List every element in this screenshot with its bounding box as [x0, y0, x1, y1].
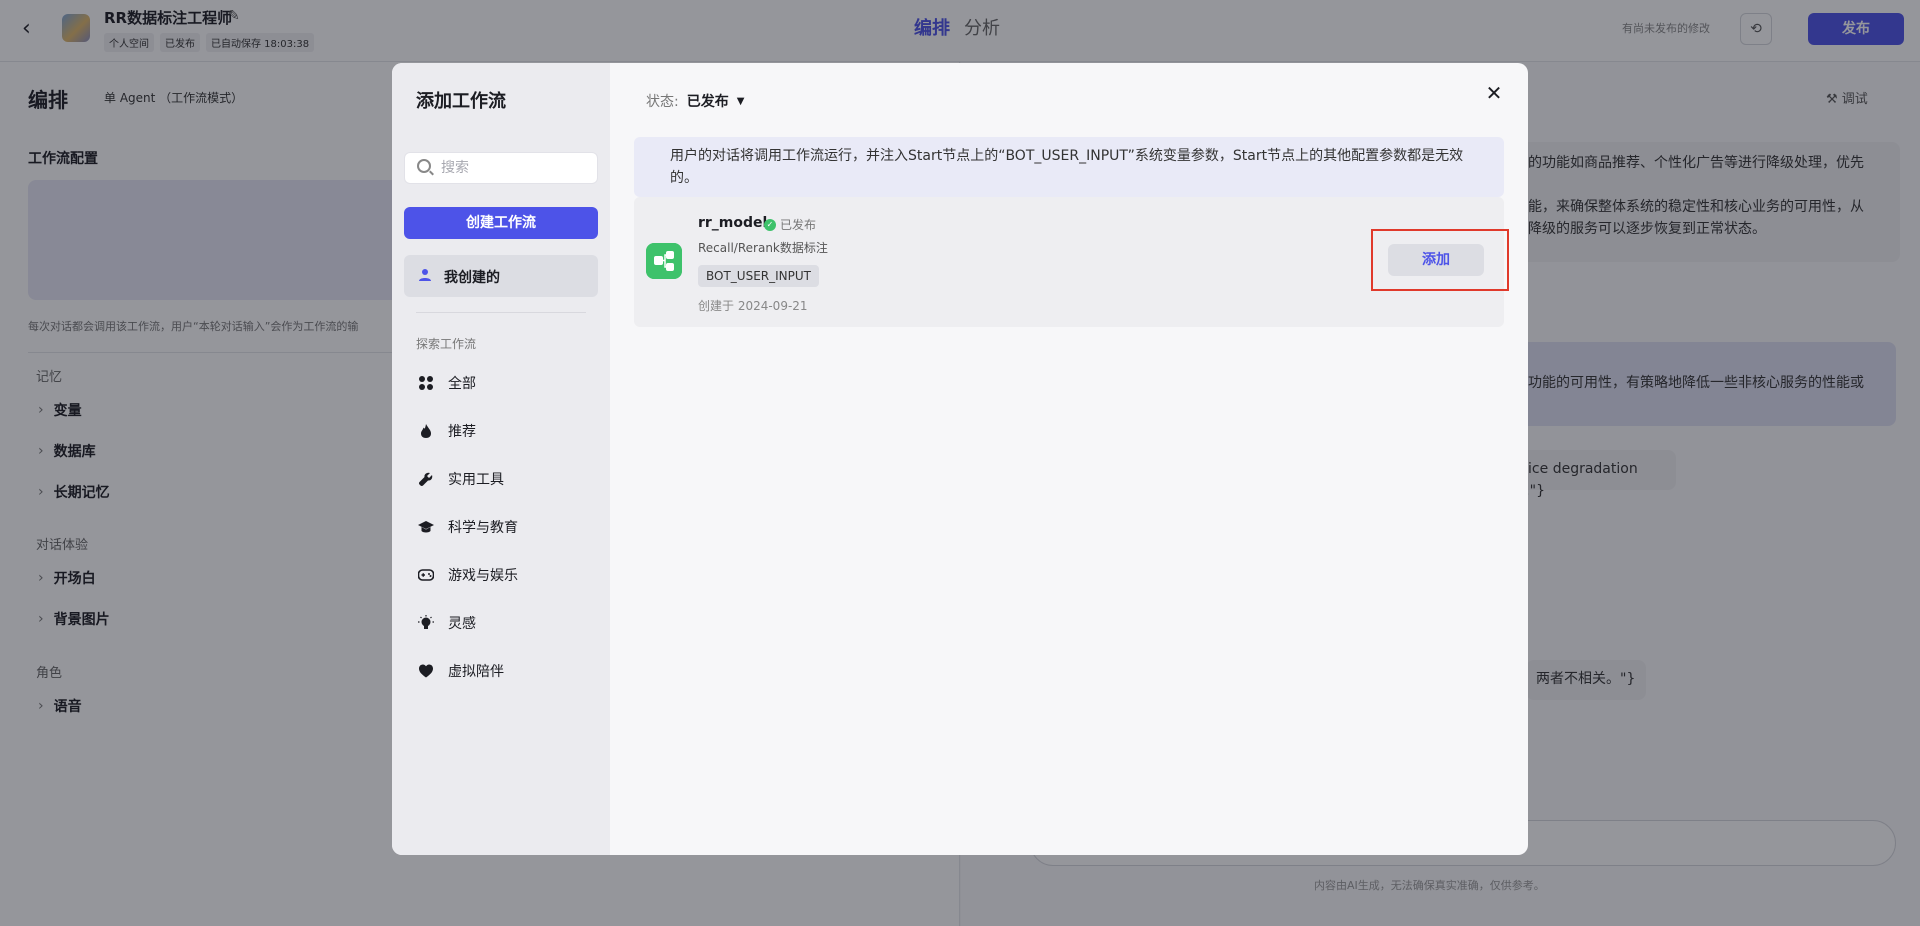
workflow-notice: 用户的对话将调用工作流运行，并注入Start节点上的“BOT_USER_INPU…	[634, 137, 1504, 197]
wrench-icon	[418, 472, 433, 487]
status-value: 已发布	[686, 94, 729, 110]
create-workflow-button[interactable]: 创建工作流	[404, 207, 598, 239]
sidebar-item-all[interactable]: 全部	[404, 365, 598, 401]
sidebar-item-science-education[interactable]: 科学与教育	[404, 509, 598, 545]
workflow-card[interactable]: rr_model ✓ 已发布 Recall/Rerank数据标注 BOT_USE…	[634, 197, 1509, 327]
gamepad-icon	[418, 569, 434, 581]
sidebar-item-companion[interactable]: 虚拟陪伴	[404, 653, 598, 689]
grid-icon	[419, 376, 433, 390]
workflow-name: rr_model	[698, 215, 768, 231]
user-icon	[419, 269, 431, 281]
search-input[interactable]	[441, 157, 591, 179]
sidebar-item-recommended[interactable]: 推荐	[404, 413, 598, 449]
workflow-param-tag: BOT_USER_INPUT	[698, 265, 819, 287]
heart-icon	[419, 664, 433, 678]
graduation-cap-icon	[418, 521, 434, 533]
workflow-description: Recall/Rerank数据标注	[698, 241, 828, 255]
flame-icon	[421, 424, 431, 438]
search-icon	[417, 159, 431, 173]
modal-sidebar: 添加工作流 创建工作流 我创建的 探索工作流 全部 推荐	[392, 63, 610, 855]
workflow-icon	[646, 243, 682, 279]
status-label: 状态:	[646, 94, 679, 110]
lightbulb-icon	[418, 615, 434, 629]
workflow-created-date: 创建于 2024-09-21	[698, 299, 808, 313]
sidebar-item-inspiration[interactable]: 灵感	[404, 605, 598, 641]
add-workflow-button[interactable]: 添加	[1388, 244, 1484, 276]
caret-down-icon: ▼	[736, 95, 745, 107]
sidebar-item-my-created[interactable]: 我创建的	[404, 255, 598, 297]
workflow-status: ✓ 已发布	[764, 216, 816, 233]
sidebar-divider	[416, 312, 586, 313]
modal-title: 添加工作流	[416, 91, 506, 112]
sidebar-item-utilities[interactable]: 实用工具	[404, 461, 598, 497]
explore-label: 探索工作流	[416, 337, 477, 351]
add-workflow-modal: 添加工作流 创建工作流 我创建的 探索工作流 全部 推荐	[392, 63, 1528, 855]
status-filter[interactable]: 状态: 已发布 ▼	[646, 91, 744, 111]
sidebar-item-games[interactable]: 游戏与娱乐	[404, 557, 598, 593]
close-icon[interactable]: ✕	[1482, 81, 1506, 105]
search-box[interactable]	[404, 152, 598, 184]
check-circle-icon: ✓	[764, 218, 776, 231]
